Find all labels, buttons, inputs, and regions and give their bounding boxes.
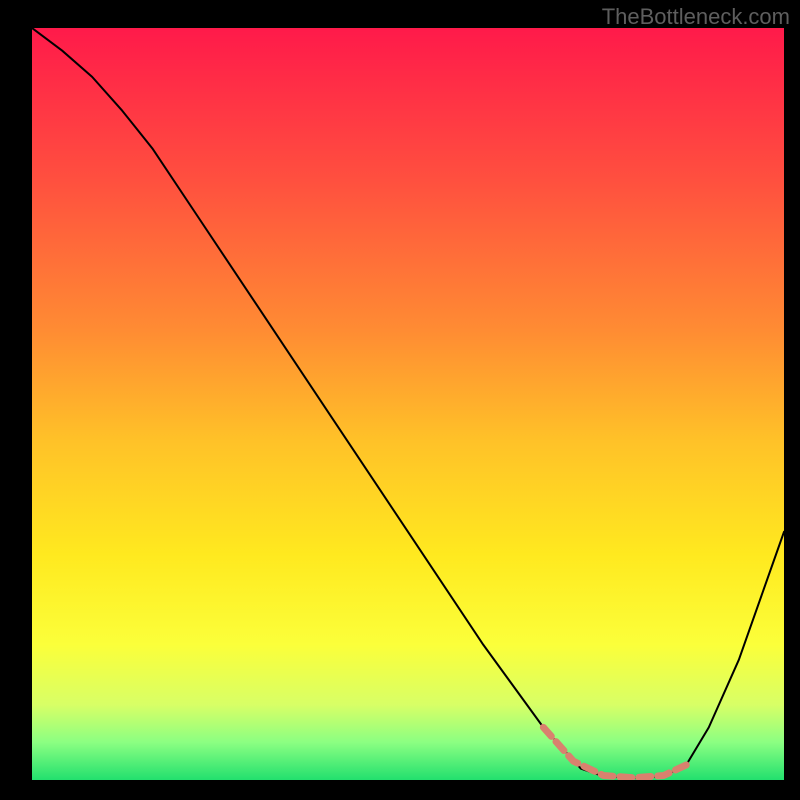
plot-background xyxy=(32,28,784,780)
chart-container: TheBottleneck.com xyxy=(0,0,800,800)
watermark-text: TheBottleneck.com xyxy=(602,4,790,30)
chart-svg xyxy=(0,0,800,800)
